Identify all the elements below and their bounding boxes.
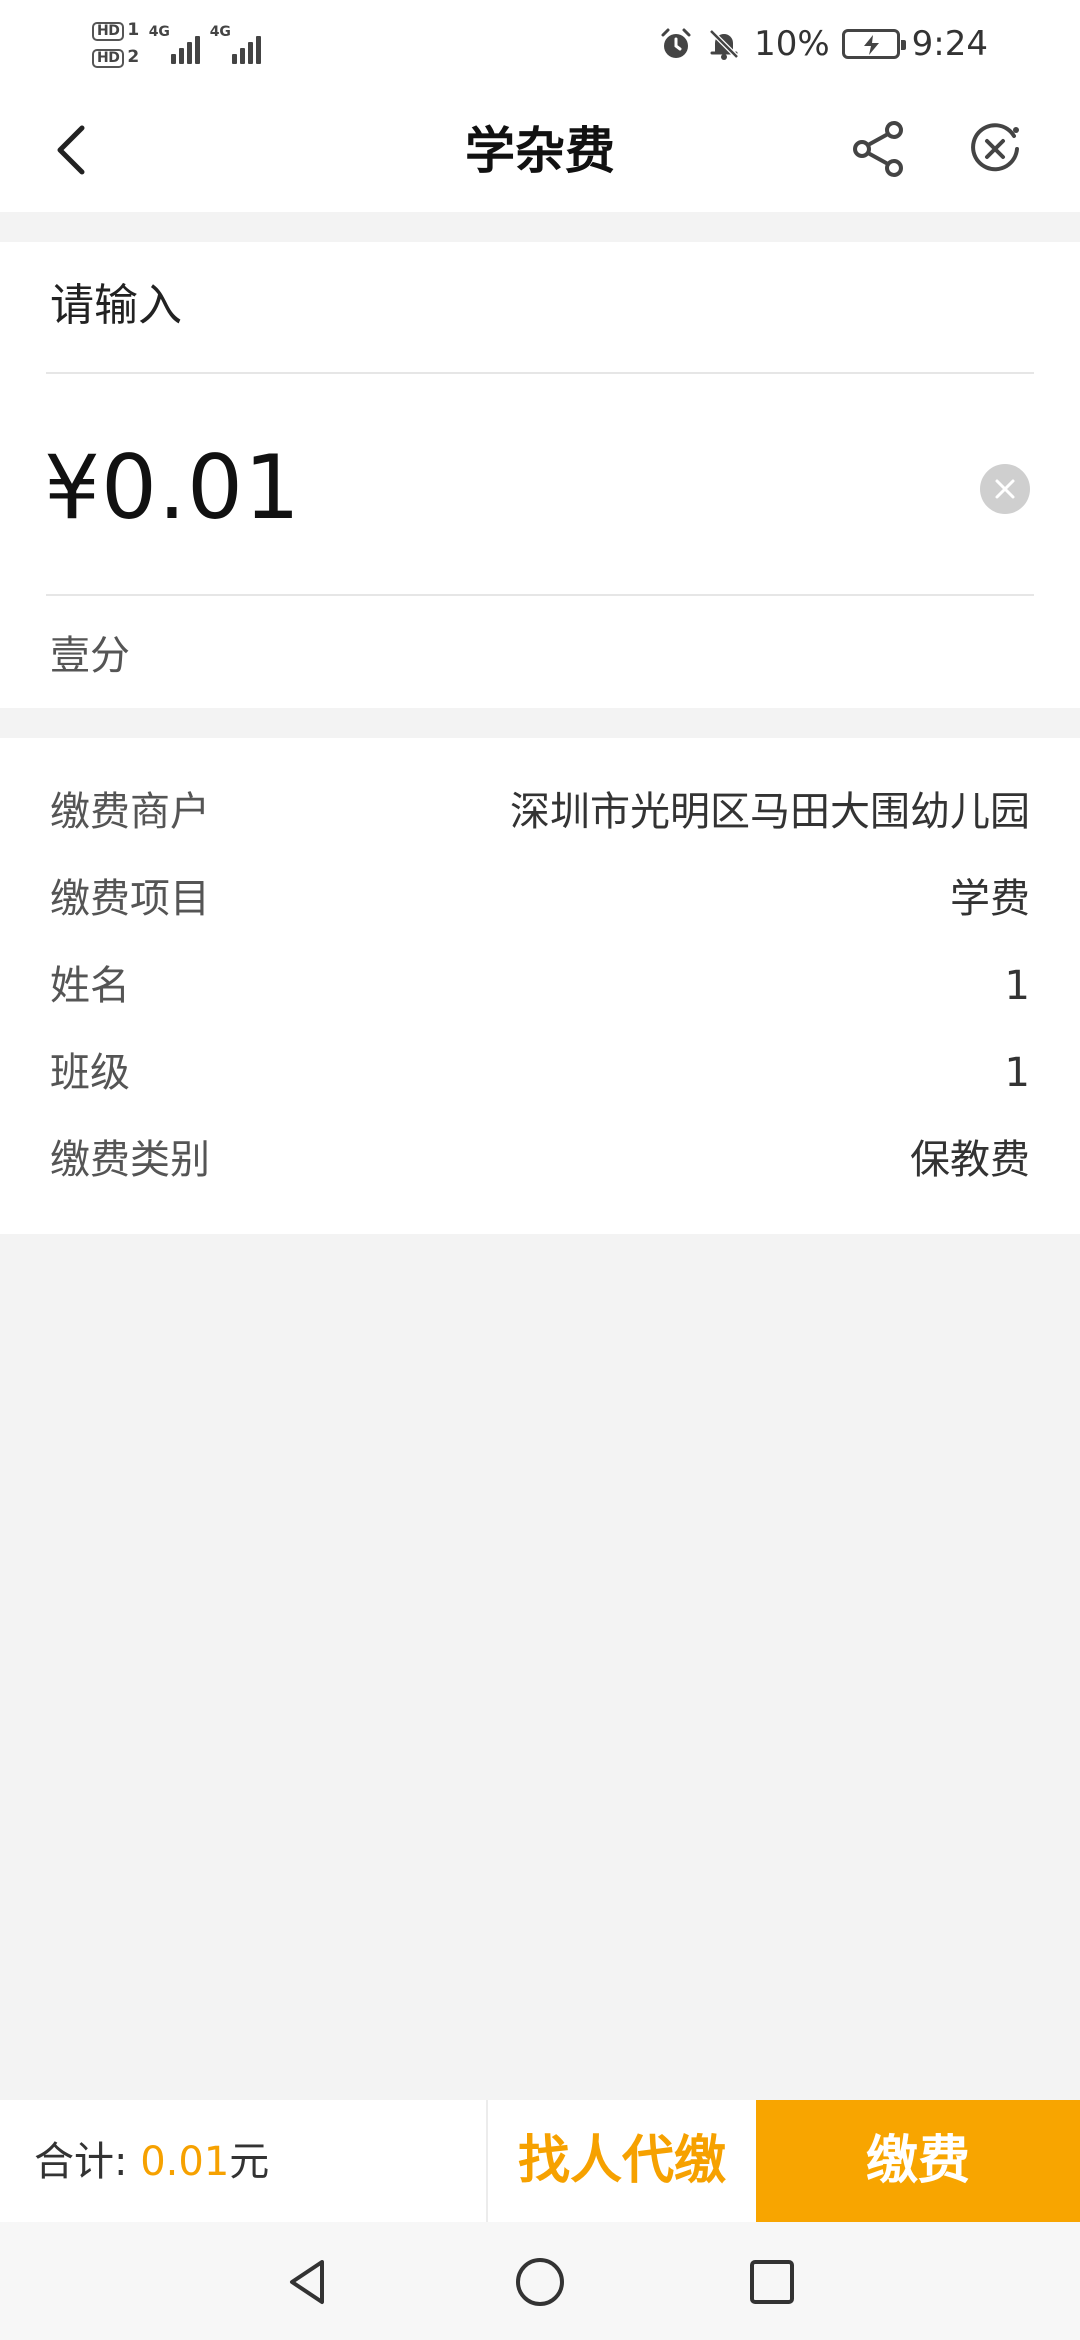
system-navigation-bar xyxy=(0,2222,1080,2340)
sim-slot: 1 xyxy=(127,20,139,40)
amount-input[interactable]: ¥0.01 xyxy=(44,438,301,538)
battery-percent: 10% xyxy=(754,24,830,64)
detail-value: 学费 xyxy=(950,876,1030,922)
amount-input-label: 请输入 xyxy=(50,280,182,331)
total-unit: 元 xyxy=(229,2139,270,2185)
hd-badge: HD xyxy=(92,22,125,41)
share-icon[interactable] xyxy=(846,116,912,182)
sim1-indicator: HD 1 xyxy=(92,20,139,41)
network-type: 4G xyxy=(209,24,231,40)
clear-icon[interactable] xyxy=(980,464,1030,514)
detail-value: 深圳市光明区马田大围幼儿园 xyxy=(510,789,1030,835)
status-bar-left: HD 1 HD 2 4G 4G xyxy=(92,14,261,74)
detail-row-category: 缴费类别 保教费 xyxy=(0,1118,1080,1206)
sim-indicators: HD 1 HD 2 xyxy=(92,20,139,68)
detail-value: 1 xyxy=(1004,963,1030,1009)
circle-home-icon[interactable] xyxy=(510,2252,570,2312)
detail-value: 保教费 xyxy=(910,1137,1030,1183)
detail-label: 班级 xyxy=(50,1050,130,1096)
total-summary: 合计: 0.01元 xyxy=(34,2132,269,2192)
amount-in-words: 壹分 xyxy=(50,633,130,679)
clock-time: 9:24 xyxy=(911,24,988,64)
total-amount: 0.01 xyxy=(140,2139,230,2185)
signal-icon: 4G xyxy=(210,24,261,64)
bottom-action-bar: 合计: 0.01元 找人代缴 缴费 xyxy=(0,2100,1080,2222)
network-type: 4G xyxy=(148,24,170,40)
signal-icon: 4G xyxy=(149,24,200,64)
page-title: 学杂费 xyxy=(465,122,615,180)
payment-details-card: 缴费商户 深圳市光明区马田大围幼儿园 缴费项目 学费 姓名 1 班级 1 缴费类… xyxy=(0,738,1080,1234)
agent-pay-button[interactable]: 找人代缴 xyxy=(488,2100,756,2222)
status-bar-right: 10% 9:24 xyxy=(658,18,988,70)
top-navigation-bar: 学杂费 xyxy=(0,88,1080,212)
square-recent-icon[interactable] xyxy=(742,2252,802,2312)
pay-button[interactable]: 缴费 xyxy=(756,2100,1080,2222)
triangle-back-icon[interactable] xyxy=(278,2252,338,2312)
detail-row-item: 缴费项目 学费 xyxy=(0,857,1080,945)
detail-label: 缴费类别 xyxy=(50,1137,210,1183)
detail-row-class: 班级 1 xyxy=(0,1031,1080,1119)
divider xyxy=(46,372,1034,374)
amount-card: 请输入 ¥0.01 壹分 xyxy=(0,242,1080,708)
total-label: 合计: xyxy=(34,2139,128,2185)
detail-row-merchant: 缴费商户 深圳市光明区马田大围幼儿园 xyxy=(0,770,1080,858)
sim-slot: 2 xyxy=(127,47,139,67)
detail-label: 缴费商户 xyxy=(50,789,210,835)
sim2-indicator: HD 2 xyxy=(92,47,139,68)
alarm-icon xyxy=(661,28,691,58)
hd-badge: HD xyxy=(92,49,125,68)
detail-row-name: 姓名 1 xyxy=(0,944,1080,1032)
bell-off-icon xyxy=(709,29,739,60)
divider xyxy=(46,594,1034,596)
close-circle-icon[interactable] xyxy=(962,116,1028,182)
detail-label: 缴费项目 xyxy=(50,876,210,922)
battery-icon xyxy=(841,29,906,59)
detail-value: 1 xyxy=(1004,1050,1030,1096)
status-bar: HD 1 HD 2 4G 4G 10% 9:24 xyxy=(0,0,1080,88)
detail-label: 姓名 xyxy=(50,963,130,1009)
